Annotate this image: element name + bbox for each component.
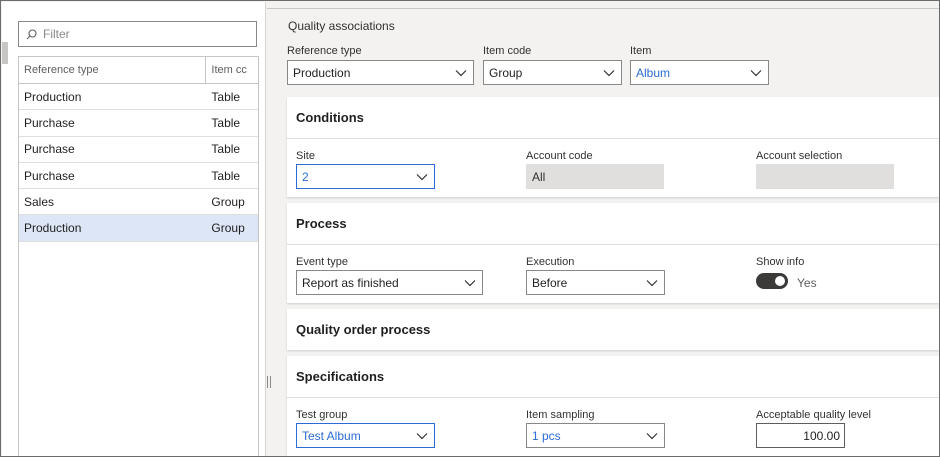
chevron-down-icon (603, 67, 615, 79)
specifications-header[interactable]: Specifications (296, 369, 384, 384)
conditions-header[interactable]: Conditions (296, 110, 364, 125)
account-selection-label: Account selection (756, 150, 843, 162)
account-code-label: Account code (526, 150, 593, 162)
conditions-section: Conditions Site 2 Account code All Accou… (287, 97, 939, 197)
site-value: 2 (302, 169, 309, 184)
divider (287, 244, 939, 245)
chevron-down-icon (750, 67, 762, 79)
show-info-value: Yes (797, 276, 817, 290)
cell-reference-type: Sales (24, 194, 55, 209)
item-sampling-label: Item sampling (526, 409, 595, 421)
cell-item-code: Table (211, 89, 241, 104)
cell-reference-type: Production (24, 89, 82, 104)
test-group-value: Test Album (302, 428, 361, 443)
reference-type-label: Reference type (287, 45, 362, 57)
item-sampling-dropdown[interactable]: 1 pcs (526, 423, 665, 448)
execution-label: Execution (526, 256, 575, 268)
chevron-down-icon (416, 430, 428, 442)
process-section: Process Event type Report as finished Ex… (287, 203, 939, 303)
column-header-item-code[interactable]: Item cc (206, 64, 258, 76)
test-group-label: Test group (296, 409, 348, 421)
table-row[interactable]: Purchase Table (19, 163, 258, 190)
left-pane: Reference type Item cc Production Table … (2, 2, 266, 456)
chevron-down-icon (416, 171, 428, 183)
right-pane: Quality associations Reference type Prod… (267, 2, 939, 456)
toggle-knob (775, 276, 785, 286)
search-icon (25, 28, 37, 40)
cell-reference-type: Purchase (24, 168, 75, 183)
event-type-dropdown[interactable]: Report as finished (296, 270, 483, 295)
test-group-dropdown[interactable]: Test Album (296, 423, 435, 448)
account-selection-field (756, 164, 894, 189)
cell-item-code: Table (211, 168, 241, 183)
reference-grid: Reference type Item cc Production Table … (18, 56, 259, 456)
table-row[interactable]: Purchase Table (19, 110, 258, 137)
cell-reference-type: Purchase (24, 115, 75, 130)
scrollbar-stub[interactable] (2, 42, 8, 64)
table-row-selected[interactable]: Production Group (19, 215, 258, 242)
acceptable-quality-level-input[interactable]: 100.00 (756, 423, 845, 448)
site-label: Site (296, 150, 315, 162)
cell-item-code: Group (211, 194, 245, 209)
show-info-label: Show info (756, 256, 805, 268)
execution-value: Before (532, 275, 568, 290)
item-code-label: Item code (483, 45, 532, 57)
event-type-label: Event type (296, 256, 348, 268)
cell-item-code: Group (211, 221, 245, 236)
filter-field[interactable] (18, 21, 257, 47)
chevron-down-icon (464, 277, 476, 289)
item-code-dropdown[interactable]: Group (483, 60, 622, 85)
item-sampling-value: 1 pcs (532, 428, 561, 443)
cell-reference-type: Purchase (24, 142, 75, 157)
chevron-down-icon (455, 67, 467, 79)
cell-item-code: Table (211, 142, 241, 157)
chevron-down-icon (646, 277, 658, 289)
table-row[interactable]: Purchase Table (19, 137, 258, 163)
specifications-section: Specifications Test group Test Album Ite… (287, 356, 939, 456)
item-dropdown[interactable]: Album (630, 60, 769, 85)
table-row[interactable]: Sales Group (19, 189, 258, 216)
event-type-value: Report as finished (302, 275, 399, 290)
item-value: Album (636, 65, 671, 80)
chevron-down-icon (646, 430, 658, 442)
item-label: Item (630, 45, 652, 57)
filter-input[interactable] (43, 27, 243, 41)
process-header[interactable]: Process (296, 216, 347, 231)
item-code-value: Group (489, 65, 523, 80)
show-info-toggle[interactable] (756, 273, 788, 289)
page-title: Quality associations (288, 19, 395, 33)
cell-reference-type: Production (24, 221, 82, 236)
cell-item-code: Table (211, 115, 241, 130)
account-code-field: All (526, 164, 664, 189)
acceptable-quality-level-label: Acceptable quality level (756, 409, 871, 421)
table-row[interactable]: Production Table (19, 84, 258, 111)
column-header-reference-type[interactable]: Reference type (19, 57, 207, 83)
quality-order-process-header[interactable]: Quality order process (296, 322, 430, 337)
app-frame: Reference type Item cc Production Table … (0, 0, 940, 457)
execution-dropdown[interactable]: Before (526, 270, 665, 295)
site-dropdown[interactable]: 2 (296, 164, 435, 189)
quality-order-process-section: Quality order process (287, 309, 939, 350)
divider (287, 397, 939, 398)
reference-type-value: Production (293, 65, 351, 80)
divider (267, 8, 939, 9)
reference-type-dropdown[interactable]: Production (287, 60, 474, 85)
divider (287, 138, 939, 139)
grid-header: Reference type Item cc (19, 57, 258, 84)
